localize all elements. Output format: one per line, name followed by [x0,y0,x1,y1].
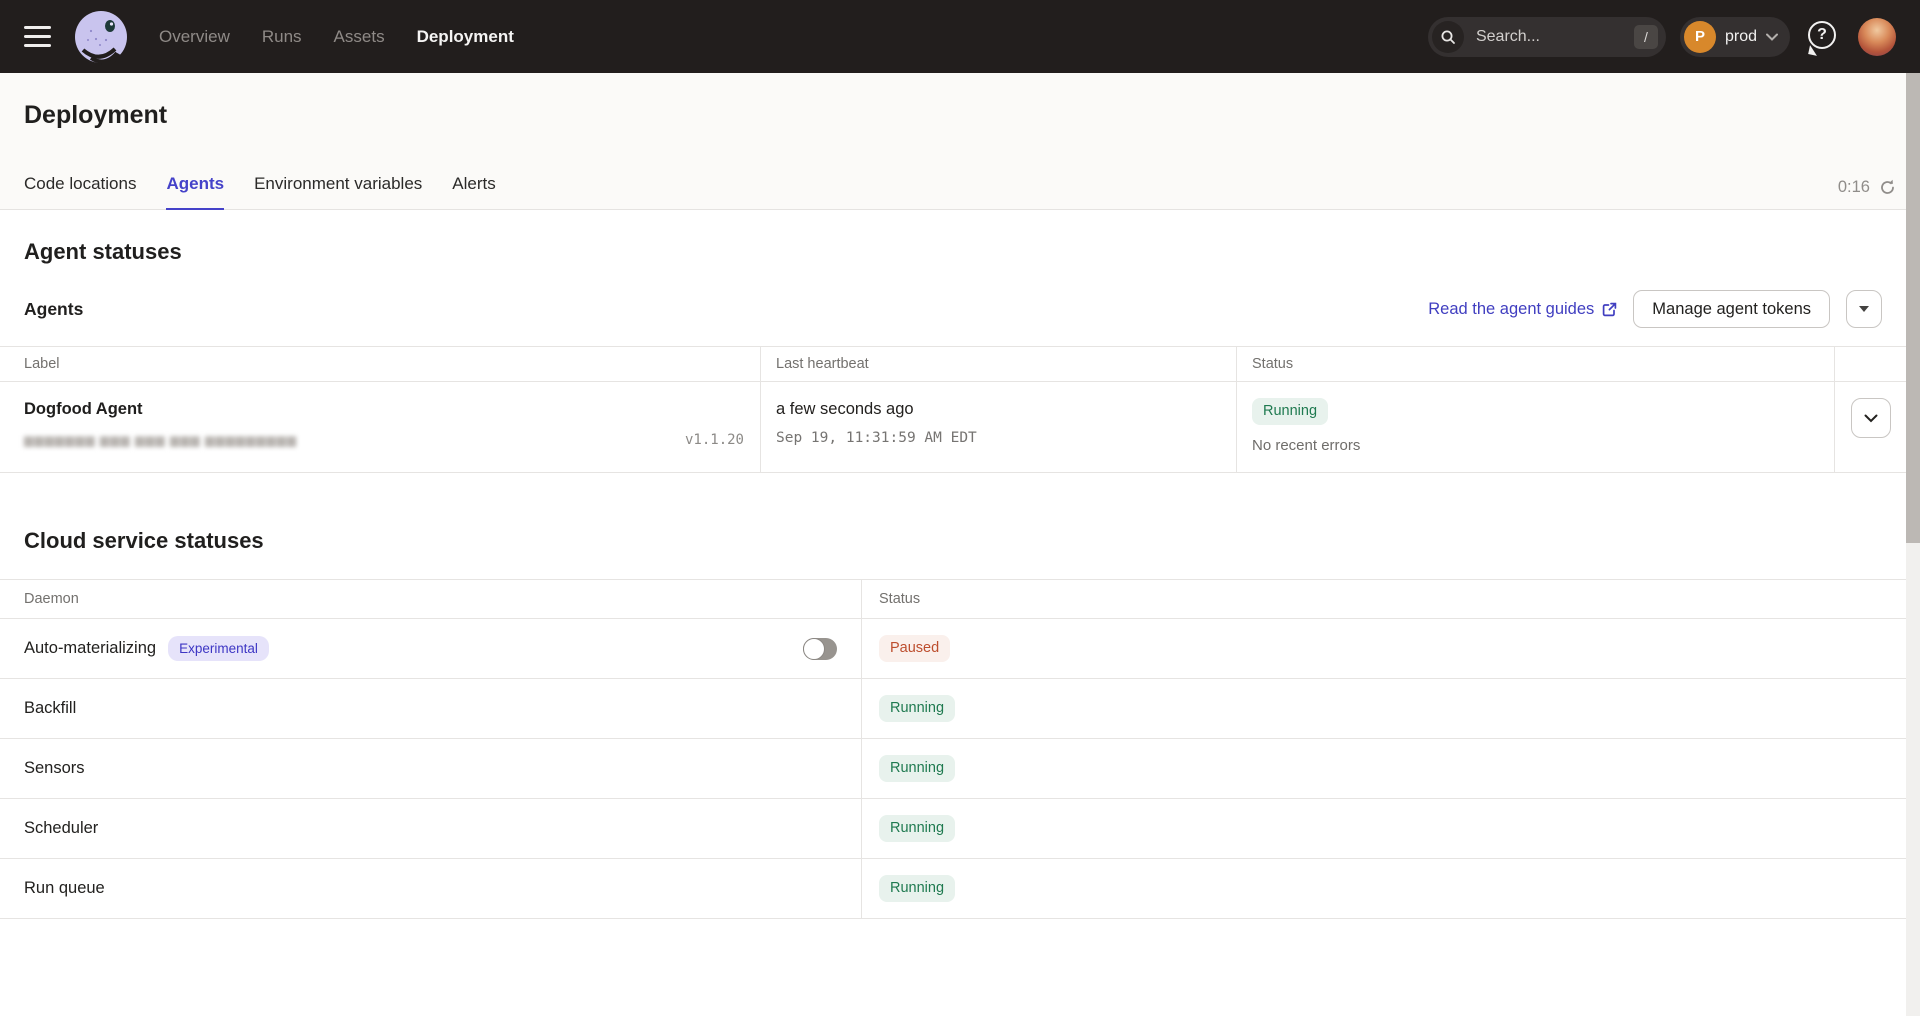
agent-status-cell: Running No recent errors [1236,382,1834,473]
agents-table: Label Last heartbeat Status Dogfood Agen… [0,346,1906,473]
status-badge-running: Running [879,815,955,842]
org-initial-badge: P [1684,21,1716,53]
daemon-cell-run-queue: Run queue [0,859,861,919]
nav-item-overview[interactable]: Overview [159,27,230,47]
status-badge-running: Running [879,875,955,902]
caret-down-icon [1859,306,1869,312]
agent-actions-cell [1834,382,1906,473]
agents-col-heartbeat: Last heartbeat [760,347,1236,382]
daemon-name: Run queue [24,879,105,898]
vertical-scrollbar [1906,73,1920,1016]
agents-col-actions [1834,347,1906,382]
page-header: Deployment Code locations Agents Environ… [0,73,1920,210]
tab-alerts[interactable]: Alerts [452,173,495,210]
org-name: prod [1725,28,1757,46]
agent-id-redacted: ▆▆▆▆▆▆▆ ▆▆▆ ▆▆▆ ▆▆▆ ▆▆▆▆▆▆▆▆▆ [24,433,297,447]
nav-item-runs[interactable]: Runs [262,27,302,47]
tab-code-locations[interactable]: Code locations [24,173,136,210]
daemon-cell-scheduler: Scheduler [0,799,861,859]
daemon-name: Scheduler [24,819,98,838]
cloud-service-statuses-heading: Cloud service statuses [0,473,1906,555]
main-content: Agent statuses Agents Read the agent gui… [0,210,1906,919]
help-bubble-tail [1808,45,1819,56]
agents-col-label: Label [0,347,760,382]
daemon-cell-auto-materializing: Auto-materializing Experimental [0,619,861,679]
cloud-col-status: Status [861,580,1906,619]
top-nav: Overview Runs Assets Deployment / P prod… [0,0,1920,73]
agent-version: v1.1.20 [685,432,744,448]
manage-agent-tokens-button[interactable]: Manage agent tokens [1633,290,1830,328]
refresh-countdown: 0:16 [1838,178,1870,197]
chevron-down-icon [1766,33,1778,41]
daemon-name: Sensors [24,759,85,778]
daemon-name: Auto-materializing [24,639,156,658]
auto-materializing-toggle[interactable] [803,638,837,660]
agent-name: Dogfood Agent [24,398,744,420]
status-badge-paused: Paused [879,635,950,662]
agent-heartbeat-timestamp: Sep 19, 11:31:59 AM EDT [776,430,1221,446]
status-cell-backfill: Running [861,679,1906,739]
chevron-down-icon [1864,414,1878,423]
agent-label-cell: Dogfood Agent ▆▆▆▆▆▆▆ ▆▆▆ ▆▆▆ ▆▆▆ ▆▆▆▆▆▆… [0,382,760,473]
deployment-switcher[interactable]: P prod [1680,17,1790,57]
global-search[interactable]: / [1428,17,1666,57]
daemon-cell-sensors: Sensors [0,739,861,799]
daemon-cell-backfill: Backfill [0,679,861,739]
experimental-badge: Experimental [168,636,269,661]
user-avatar[interactable] [1858,18,1896,56]
nav-item-assets[interactable]: Assets [334,27,385,47]
agents-col-status: Status [1236,347,1834,382]
refresh-timer: 0:16 [1838,178,1896,209]
agents-toolbar: Agents Read the agent guides Manage agen… [0,266,1906,346]
tab-environment-variables[interactable]: Environment variables [254,173,422,210]
status-cell-run-queue: Running [861,859,1906,919]
search-icon [1432,21,1464,53]
agent-guides-link-label: Read the agent guides [1428,300,1594,319]
daemon-name: Backfill [24,699,76,718]
dagster-logo-icon[interactable] [73,9,129,65]
primary-nav: Overview Runs Assets Deployment [159,27,514,47]
agents-subheading: Agents [24,299,83,320]
agent-status-note: No recent errors [1252,437,1819,454]
agent-statuses-heading: Agent statuses [0,210,1906,266]
nav-item-deployment[interactable]: Deployment [417,27,514,47]
status-badge-running: Running [879,695,955,722]
help-icon: ? [1808,21,1836,49]
agent-tokens-dropdown-button[interactable] [1846,290,1882,328]
page-title: Deployment [24,99,1896,131]
external-link-icon [1602,302,1617,317]
search-input[interactable] [1476,28,1634,46]
status-badge-running: Running [879,755,955,782]
agent-heartbeat-relative: a few seconds ago [776,398,1221,420]
status-cell-scheduler: Running [861,799,1906,859]
toggle-knob [803,638,825,660]
status-cell-auto-materializing: Paused [861,619,1906,679]
status-cell-sensors: Running [861,739,1906,799]
refresh-icon[interactable] [1879,179,1896,196]
scrollbar-thumb[interactable] [1906,73,1920,543]
cloud-col-daemon: Daemon [0,580,861,619]
cloud-services-table: Daemon Status Auto-materializing Experim… [0,579,1906,919]
agent-expand-button[interactable] [1851,398,1891,438]
search-shortcut-key: / [1634,25,1658,49]
help-button[interactable]: ? [1808,21,1840,53]
agent-heartbeat-cell: a few seconds ago Sep 19, 11:31:59 AM ED… [760,382,1236,473]
agent-status-badge: Running [1252,398,1328,425]
tab-agents[interactable]: Agents [166,173,224,210]
hamburger-menu-icon[interactable] [24,26,51,47]
agent-guides-link[interactable]: Read the agent guides [1428,300,1617,319]
tab-bar: Code locations Agents Environment variab… [24,173,496,209]
